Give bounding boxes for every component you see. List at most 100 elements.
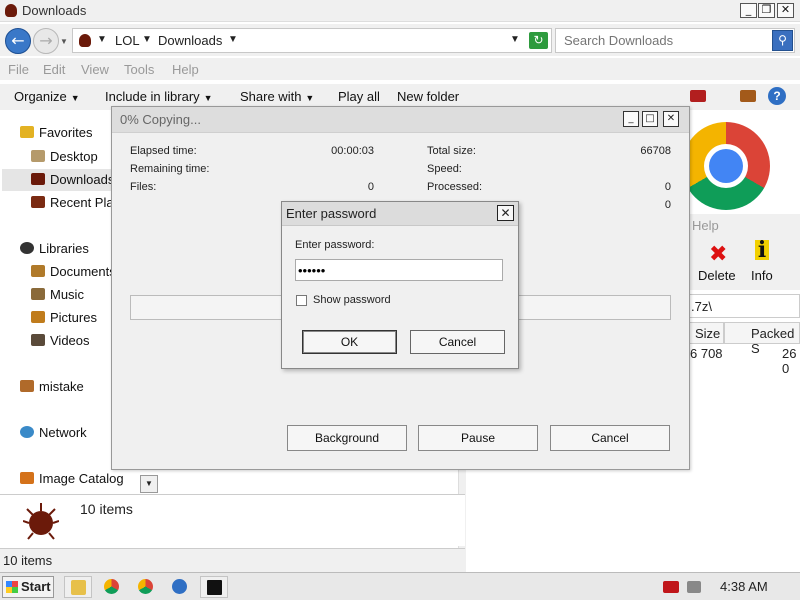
window-titlebar: Downloads _ ❐ ✕ (0, 0, 800, 22)
volume-muted-icon[interactable] (687, 581, 701, 593)
menu-edit[interactable]: Edit (43, 62, 65, 77)
nav-item-videos[interactable]: Videos (31, 333, 90, 348)
nav-item-network[interactable]: Network (20, 425, 87, 440)
nav-item-desktop[interactable]: Desktop (31, 149, 98, 164)
remaining-time-label: Remaining time: (130, 163, 210, 175)
taskbar-help-button[interactable] (166, 576, 194, 598)
chrome-logo-icon (682, 122, 770, 210)
nav-label: mistake (39, 379, 84, 394)
fm-row-packed: 26 0 (782, 346, 797, 376)
forward-arrow-icon[interactable]: → (33, 28, 59, 54)
nav-label: Pictures (50, 310, 97, 325)
documents-icon (31, 265, 45, 277)
downloads-folder-icon (5, 4, 17, 17)
preview-pane-icon[interactable] (740, 90, 756, 102)
chevron-down-icon: ▼ (305, 93, 315, 103)
refresh-icon[interactable]: ↻ (529, 32, 548, 49)
nav-item-image-catalog[interactable]: Image Catalog (20, 471, 124, 486)
address-history-dropdown-icon[interactable]: ▼ (510, 34, 520, 45)
close-button[interactable]: ✕ (663, 111, 679, 127)
menu-file[interactable]: File (8, 62, 29, 77)
search-input[interactable] (556, 29, 771, 52)
elapsed-time-label: Elapsed time: (130, 145, 197, 157)
breadcrumb-lol[interactable]: LOL (115, 33, 140, 48)
nav-item-libraries[interactable]: Libraries (20, 241, 89, 256)
nav-item-music[interactable]: Music (31, 287, 84, 302)
processed-value: 0 (664, 181, 671, 193)
close-button[interactable]: ✕ (777, 3, 794, 18)
search-box[interactable]: ⚲ (555, 28, 795, 53)
pause-button[interactable]: Pause (418, 425, 538, 451)
tray-flag-icon[interactable] (663, 581, 679, 593)
fm-column-size[interactable]: Size (688, 322, 724, 344)
play-all-button[interactable]: Play all (338, 89, 380, 104)
cancel-copy-button[interactable]: Cancel (550, 425, 670, 451)
help-icon[interactable]: ? (768, 87, 786, 105)
recent-pages-dropdown-icon[interactable]: ▼ (60, 37, 68, 46)
nav-item-downloads[interactable]: Downloads (31, 172, 111, 187)
show-password-checkbox[interactable] (296, 295, 307, 306)
minimize-button[interactable]: _ (740, 3, 757, 18)
fm-path-field[interactable]: .7z\ (688, 294, 800, 318)
status-item-count: 10 items (3, 553, 53, 568)
menu-help[interactable]: Help (172, 62, 199, 77)
clock[interactable]: 4:38 AM (720, 579, 768, 594)
taskbar-7zip-button[interactable] (200, 576, 228, 598)
breadcrumb-downloads[interactable]: Downloads (158, 33, 222, 48)
share-with-button[interactable]: Share with ▼ (240, 89, 314, 104)
nav-item-documents[interactable]: Documents (31, 264, 111, 279)
downloads-icon (31, 173, 45, 185)
share-label: Share with (240, 89, 302, 104)
password-field[interactable] (295, 259, 503, 281)
chevron-down-icon[interactable]: ▼ (228, 34, 238, 45)
nav-item-favorites[interactable]: Favorites (20, 125, 92, 140)
show-password-label[interactable]: Show password (313, 294, 391, 306)
taskbar-chrome-2-button[interactable] (132, 576, 160, 598)
delete-icon[interactable]: ✖ (709, 242, 727, 267)
nav-item-mistake[interactable]: mistake (20, 379, 84, 394)
search-icon[interactable]: ⚲ (772, 30, 793, 51)
include-in-library-button[interactable]: Include in library ▼ (105, 89, 213, 104)
network-icon (20, 426, 34, 438)
organize-button[interactable]: Organize ▼ (14, 89, 80, 104)
chrome-icon (138, 579, 153, 594)
chevron-down-icon: ▼ (70, 93, 80, 103)
chevron-down-icon[interactable]: ▼ (142, 34, 152, 45)
folder-icon (71, 580, 86, 595)
nav-label: Downloads (50, 172, 111, 187)
breadcrumb[interactable]: ▼ LOL ▼ Downloads ▼ ▼ (72, 28, 552, 53)
videos-icon (31, 334, 45, 346)
nav-item-pictures[interactable]: Pictures (31, 310, 97, 325)
fm-menu-help[interactable]: Help (692, 218, 719, 233)
nav-item-recent-places[interactable]: Recent Places (31, 195, 111, 210)
start-label: Start (21, 579, 51, 594)
files-label: Files: (130, 181, 157, 193)
fm-delete-button[interactable]: Delete (698, 268, 736, 283)
start-button[interactable]: Start (2, 576, 54, 598)
maximize-button[interactable]: □ (642, 111, 658, 127)
chrome-icon (104, 579, 119, 594)
info-icon[interactable]: i (755, 239, 769, 261)
nav-label: Music (50, 287, 84, 302)
chevron-down-icon[interactable]: ▼ (140, 475, 158, 493)
nav-label: Image Catalog (39, 471, 124, 486)
fm-column-packed-size[interactable]: Packed S (724, 322, 800, 356)
nav-label: Network (39, 425, 87, 440)
cancel-button[interactable]: Cancel (410, 330, 505, 354)
change-view-icon[interactable] (690, 90, 706, 102)
minimize-button[interactable]: _ (623, 111, 639, 127)
restore-button[interactable]: ❐ (758, 3, 775, 18)
taskbar-chrome-button[interactable] (98, 576, 126, 598)
back-arrow-icon[interactable]: ← (5, 28, 31, 54)
menu-tools[interactable]: Tools (124, 62, 154, 77)
speed-label: Speed: (427, 163, 462, 175)
password-dialog-title: Enter password (286, 206, 377, 221)
ok-button[interactable]: OK (302, 330, 397, 354)
taskbar-explorer-button[interactable] (64, 576, 92, 598)
background-button[interactable]: Background (287, 425, 407, 451)
menu-view[interactable]: View (81, 62, 109, 77)
fm-info-button[interactable]: Info (751, 268, 773, 283)
new-folder-button[interactable]: New folder (397, 89, 459, 104)
close-icon[interactable]: ✕ (497, 205, 514, 221)
chevron-down-icon[interactable]: ▼ (97, 34, 107, 45)
